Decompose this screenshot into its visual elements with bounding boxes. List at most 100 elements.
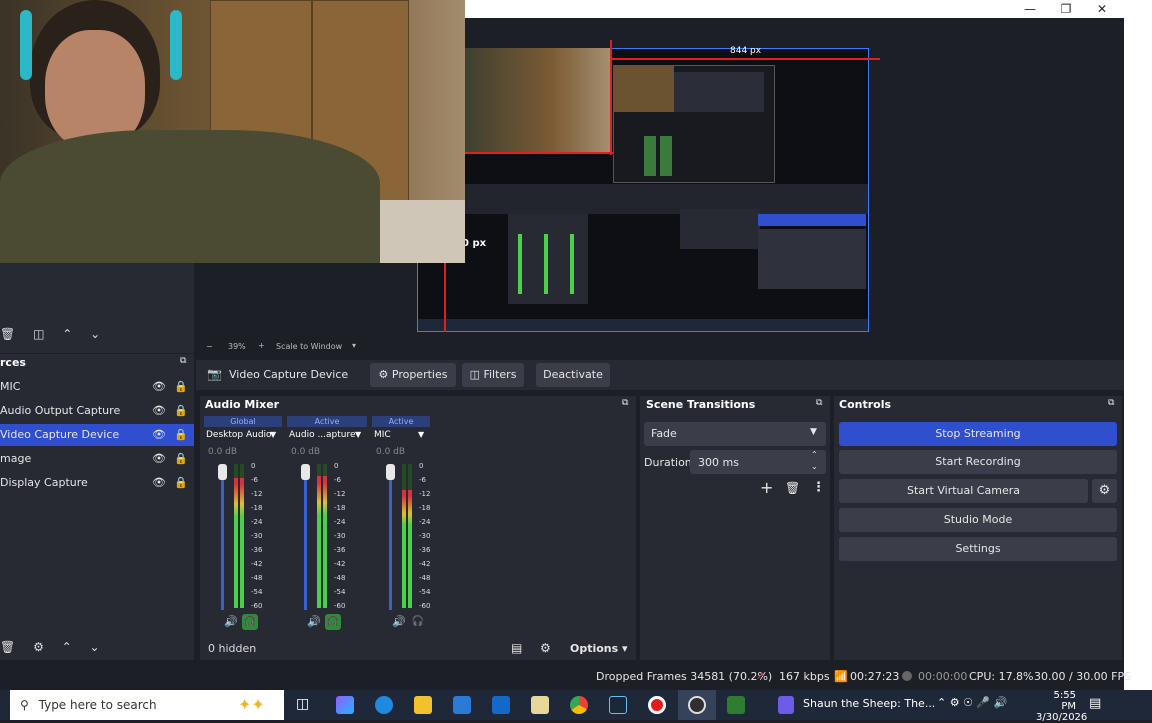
- taskbar-search[interactable]: ⚲ Type here to search ✦✦: [10, 690, 284, 720]
- source-label: mage: [0, 452, 32, 465]
- monitor-headphones-icon[interactable]: 🎧: [242, 614, 258, 630]
- start-recording-button[interactable]: Start Recording: [839, 450, 1117, 474]
- monitor-headphones-icon[interactable]: 🎧: [410, 614, 426, 630]
- visibility-eye-icon[interactable]: 👁: [152, 376, 166, 398]
- remove-scene-icon[interactable]: 🗑: [0, 327, 15, 341]
- scale-mode[interactable]: Scale to Window: [276, 342, 342, 351]
- chevron-down-icon[interactable]: ▼: [270, 430, 276, 439]
- tray-icons[interactable]: ⌃ ⚙ ☉ 🎤 🔊: [937, 696, 1007, 709]
- volume-fader-handle[interactable]: [386, 464, 395, 480]
- lock-icon[interactable]: 🔒: [174, 448, 188, 470]
- monitor-headphones-icon[interactable]: 🎧: [325, 614, 341, 630]
- layout-icon[interactable]: ▤: [511, 641, 522, 655]
- more-options-icon[interactable]: ⋮: [812, 480, 825, 495]
- source-properties-icon[interactable]: ⚙: [33, 640, 44, 654]
- studio-mode-button[interactable]: Studio Mode: [839, 508, 1117, 532]
- undock-icon[interactable]: ⧉: [816, 398, 822, 408]
- start-virtual-camera-button[interactable]: Start Virtual Camera: [839, 479, 1088, 503]
- filters-button[interactable]: ◫ Filters: [462, 363, 524, 387]
- close-icon[interactable]: ✕: [1084, 0, 1120, 18]
- source-item[interactable]: mage 👁 🔒: [0, 448, 194, 470]
- remove-transition-icon[interactable]: 🗑: [785, 481, 800, 495]
- undock-icon[interactable]: ⧉: [622, 398, 628, 408]
- volume-fader-track[interactable]: [304, 470, 307, 610]
- lock-icon[interactable]: 🔒: [174, 424, 188, 446]
- virtual-camera-settings-icon[interactable]: ⚙: [1092, 479, 1117, 503]
- source-item[interactable]: Display Capture 👁 🔒: [0, 472, 194, 494]
- visibility-eye-icon[interactable]: 👁: [152, 424, 166, 446]
- obs-icon[interactable]: [688, 696, 706, 714]
- remove-source-icon[interactable]: 🗑: [0, 640, 15, 654]
- zoom-in-icon[interactable]: +: [258, 341, 265, 350]
- lock-icon[interactable]: 🔒: [174, 472, 188, 494]
- zoom-out-icon[interactable]: −: [206, 342, 213, 351]
- meter-tick-label: 0: [419, 462, 424, 470]
- deactivate-button[interactable]: Deactivate: [536, 363, 610, 387]
- volume-fader-track[interactable]: [389, 470, 392, 610]
- advanced-audio-icon[interactable]: ⚙: [540, 641, 551, 655]
- mail-icon[interactable]: [492, 696, 510, 714]
- active-window-title[interactable]: Shaun the Sheep: The...: [803, 697, 935, 710]
- increment-icon[interactable]: ⌃: [811, 450, 818, 459]
- file-explorer-icon[interactable]: [414, 696, 432, 714]
- properties-button[interactable]: ⚙ Properties: [370, 363, 456, 387]
- clock[interactable]: 5:55 PM 3/30/2026: [1036, 690, 1087, 723]
- move-up-icon[interactable]: ⌃: [62, 327, 72, 341]
- nested-context: [418, 184, 868, 214]
- visibility-eye-icon[interactable]: 👁: [152, 400, 166, 422]
- nested-meter: [570, 234, 574, 294]
- undock-icon[interactable]: ⧉: [180, 356, 186, 366]
- media-app-icon[interactable]: [778, 696, 794, 714]
- notification-icon[interactable]: ▤: [1089, 696, 1101, 711]
- channel-name[interactable]: Desktop Audio: [206, 430, 272, 440]
- visibility-eye-icon[interactable]: 👁: [152, 472, 166, 494]
- move-up-icon[interactable]: ⌃: [62, 640, 72, 654]
- selection-line: [444, 262, 446, 332]
- channel-name[interactable]: Audio ...apture: [289, 430, 356, 440]
- edge-icon[interactable]: [375, 696, 393, 714]
- scene-filter-icon[interactable]: ◫: [33, 327, 44, 341]
- source-item[interactable]: Audio Output Capture 👁 🔒: [0, 400, 194, 422]
- options-button[interactable]: Options ▾: [570, 642, 628, 655]
- notes-icon[interactable]: [531, 696, 549, 714]
- chevron-down-icon[interactable]: ▼: [355, 430, 361, 439]
- nested-meter: [518, 234, 522, 294]
- task-view-icon[interactable]: ◫: [296, 696, 309, 712]
- visibility-eye-icon[interactable]: 👁: [152, 448, 166, 470]
- duration-field[interactable]: 300 ms ⌃ ⌄: [690, 450, 826, 474]
- chevron-down-icon[interactable]: ▼: [418, 430, 424, 439]
- vim-icon[interactable]: [727, 696, 745, 714]
- nested-webcam: [614, 66, 674, 112]
- minimize-icon[interactable]: —: [1012, 0, 1048, 18]
- undock-icon[interactable]: ⧉: [1108, 398, 1114, 408]
- chrome-icon[interactable]: [570, 696, 588, 714]
- transition-select[interactable]: Fade ▼: [644, 422, 826, 446]
- decrement-icon[interactable]: ⌄: [811, 462, 818, 471]
- add-transition-icon[interactable]: +: [760, 478, 773, 497]
- stop-streaming-button[interactable]: Stop Streaming: [839, 422, 1117, 446]
- steam-icon[interactable]: [609, 696, 627, 714]
- mute-speaker-icon[interactable]: 🔊: [224, 615, 238, 628]
- meter-tick-label: -12: [419, 490, 431, 498]
- source-item[interactable]: Video Capture Device 👁 🔒: [0, 424, 194, 446]
- lock-icon[interactable]: 🔒: [174, 376, 188, 398]
- volume-fader-handle[interactable]: [218, 464, 227, 480]
- move-down-icon[interactable]: ⌄: [90, 640, 100, 654]
- sources-title: rces: [0, 356, 26, 369]
- volume-fader-handle[interactable]: [301, 464, 310, 480]
- source-item[interactable]: MIC 👁 🔒: [0, 376, 194, 398]
- webcam-source-preview[interactable]: [465, 48, 610, 152]
- recorder-icon[interactable]: [648, 696, 666, 714]
- move-down-icon[interactable]: ⌄: [90, 327, 100, 341]
- meter-level: [240, 478, 244, 608]
- volume-fader-track[interactable]: [221, 470, 224, 610]
- settings-button[interactable]: Settings: [839, 537, 1117, 561]
- channel-name[interactable]: MIC: [374, 430, 391, 440]
- chevron-down-icon[interactable]: ▾: [352, 341, 356, 350]
- lock-icon[interactable]: 🔒: [174, 400, 188, 422]
- mute-speaker-icon[interactable]: 🔊: [307, 615, 321, 628]
- maximize-icon[interactable]: ❐: [1048, 0, 1084, 18]
- mute-speaker-icon[interactable]: 🔊: [392, 615, 406, 628]
- store-icon[interactable]: [453, 696, 471, 714]
- copilot-icon[interactable]: [336, 696, 354, 714]
